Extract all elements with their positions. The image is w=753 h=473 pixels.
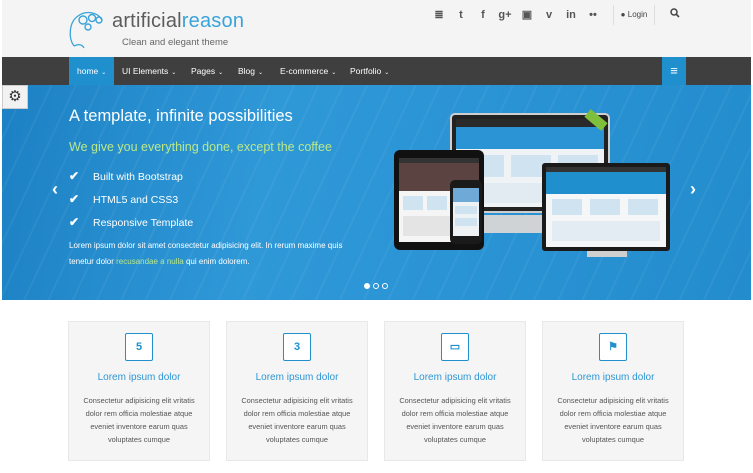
nav-label: E-commerce [280, 66, 329, 76]
vine-icon[interactable]: v [538, 6, 560, 24]
search-button[interactable] [664, 5, 686, 25]
flag-icon: ⚑ [599, 333, 627, 361]
slider-dot[interactable] [373, 283, 379, 289]
monitor-stand [587, 251, 627, 257]
brand-name[interactable]: artificialreason [112, 10, 244, 33]
card-text: Consectetur adipisicing elit vritatis do… [557, 396, 669, 444]
google-plus-icon[interactable]: g+ [494, 6, 516, 24]
nav-item-ui-elements[interactable]: UI Elements ⌄ [114, 57, 184, 85]
monitor-illustration [542, 163, 670, 251]
chevron-down-icon: ⌄ [331, 70, 337, 76]
hero-desc-text-end: qui enim dolorem. [183, 257, 250, 266]
feature-item: ✔ HTML5 and CSS3 [69, 192, 178, 206]
feature-card: ⚑ Lorem ipsum dolor Consectetur adipisic… [542, 321, 684, 461]
gears-head-icon[interactable] [66, 8, 106, 50]
slider-pagination [364, 283, 388, 289]
card-text: Consectetur adipisicing elit vritatis do… [241, 396, 353, 444]
tagline: Clean and elegant theme [122, 37, 229, 48]
feature-item: ✔ Responsive Template [69, 215, 193, 229]
desktop-icon: ▭ [441, 333, 469, 361]
nav-item-pages[interactable]: Pages ⌄ [183, 57, 231, 85]
brand-name-part1: artificial [112, 10, 182, 32]
feature-card: ▭ Lorem ipsum dolor Consectetur adipisic… [384, 321, 526, 461]
nav-item-blog[interactable]: Blog ⌄ [230, 57, 271, 85]
card-title[interactable]: Lorem ipsum dolor [69, 372, 209, 383]
brand-name-part2: reason [181, 10, 245, 32]
page: artificialreason Clean and elegant theme… [0, 0, 753, 473]
chevron-down-icon: ⌄ [171, 70, 177, 76]
feature-label: Responsive Template [93, 217, 194, 229]
nav-item-e-commerce[interactable]: E-commerce ⌄ [272, 57, 344, 85]
phone-illustration [450, 180, 482, 244]
nav-label: UI Elements [122, 66, 169, 76]
slider-next-arrow[interactable]: › [690, 179, 696, 200]
card-text: Consectetur adipisicing elit vritatis do… [83, 396, 195, 444]
hero-title: A template, infinite possibilities [69, 107, 293, 125]
hero-subtitle: We give you everything done, except the … [69, 140, 332, 154]
nav-label: Pages [191, 66, 216, 76]
feature-item: ✔ Built with Bootstrap [69, 169, 183, 183]
nav-label: home [77, 66, 99, 76]
html5-icon: 5 [125, 333, 153, 361]
card-title[interactable]: Lorem ipsum dolor [385, 372, 525, 383]
feature-card: 5 Lorem ipsum dolor Consectetur adipisic… [68, 321, 210, 461]
css3-icon: 3 [283, 333, 311, 361]
feature-card: 3 Lorem ipsum dolor Consectetur adipisic… [226, 321, 368, 461]
search-icon [670, 8, 680, 18]
social-links: ≣ t f g+ ▣ v in •• [428, 6, 604, 24]
card-title[interactable]: Lorem ipsum dolor [227, 372, 367, 383]
check-icon: ✔ [69, 169, 80, 183]
hero-desc-highlight[interactable]: recusandae a nulla [116, 257, 184, 266]
hamburger-icon: ≡ [670, 63, 678, 78]
rss-icon[interactable]: ≣ [428, 6, 450, 24]
hero-description: Lorem ipsum dolor sit amet consectetur a… [69, 238, 369, 270]
feature-label: Built with Bootstrap [93, 171, 183, 183]
header: artificialreason Clean and elegant theme… [2, 0, 751, 57]
flickr-icon[interactable]: •• [582, 6, 604, 24]
card-text: Consectetur adipisicing elit vritatis do… [399, 396, 511, 444]
nav-label: Blog [238, 66, 256, 76]
facebook-icon[interactable]: f [472, 6, 494, 24]
hero-slider: A template, infinite possibilities We gi… [2, 85, 751, 300]
chevron-down-icon: ⌄ [384, 70, 390, 76]
card-title[interactable]: Lorem ipsum dolor [543, 372, 683, 383]
chevron-down-icon: ⌄ [218, 70, 224, 76]
linkedin-icon[interactable]: in [560, 6, 582, 24]
nav-item-home[interactable]: home ⌄ [69, 57, 115, 85]
feature-label: HTML5 and CSS3 [93, 194, 179, 206]
check-icon: ✔ [69, 192, 80, 206]
slider-dot[interactable] [364, 283, 370, 289]
main-nav: home ⌄ UI Elements ⌄ Pages ⌄ Blog ⌄ E-commer… [2, 57, 751, 85]
user-icon: ● [620, 10, 626, 19]
instagram-icon[interactable]: ▣ [516, 6, 538, 24]
slider-prev-arrow[interactable]: ‹ [52, 179, 58, 200]
gear-icon: ⚙ [8, 88, 22, 105]
check-icon: ✔ [69, 215, 80, 229]
twitter-icon[interactable]: t [450, 6, 472, 24]
nav-item-portfolio[interactable]: Portfolio ⌄ [342, 57, 397, 85]
settings-gear-button[interactable]: ⚙ [2, 85, 28, 109]
chevron-down-icon: ⌄ [258, 70, 264, 76]
login-label: Login [627, 10, 648, 19]
login-button[interactable]: ● Login [613, 5, 655, 25]
menu-toggle-button[interactable]: ≡ [662, 57, 686, 85]
nav-label: Portfolio [350, 66, 382, 76]
chevron-down-icon: ⌄ [101, 70, 107, 76]
slider-dot[interactable] [382, 283, 388, 289]
